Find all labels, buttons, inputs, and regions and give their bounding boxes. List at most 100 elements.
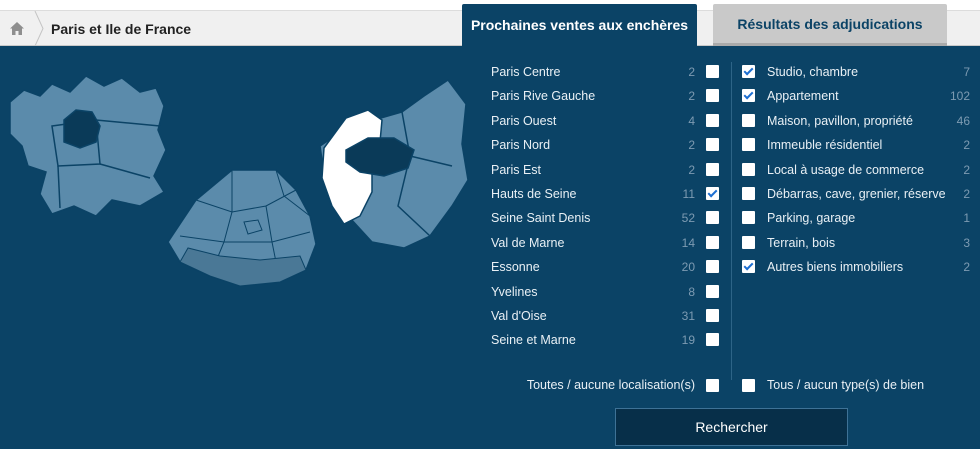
location-label: Paris Est <box>491 162 542 177</box>
location-count: 2 <box>688 162 695 177</box>
location-label: Seine Saint Denis <box>491 211 591 226</box>
property-type-label: Local à usage de commerce <box>767 162 925 177</box>
property-type-item[interactable]: Studio, chambre 7 <box>742 62 974 86</box>
location-item[interactable]: Paris Est 2 <box>491 160 721 184</box>
property-type-count: 102 <box>949 89 970 104</box>
location-count: 2 <box>688 138 695 153</box>
location-checkbox[interactable] <box>706 113 719 127</box>
location-label: Essonne <box>491 260 540 275</box>
location-count: 52 <box>681 211 695 226</box>
toggle-all-types-checkbox[interactable] <box>742 379 755 392</box>
location-label: Seine et Marne <box>491 333 576 348</box>
location-checkbox[interactable] <box>706 162 719 176</box>
property-type-label: Maison, pavillon, propriété <box>767 113 913 128</box>
location-label: Paris Nord <box>491 138 551 153</box>
location-label: Yvelines <box>491 284 538 299</box>
property-type-list: Studio, chambre 7 Appartement 102 Maison, pa… <box>742 62 974 282</box>
location-checkbox[interactable] <box>706 284 719 298</box>
location-count: 2 <box>688 65 695 79</box>
breadcrumb-current[interactable]: Paris et Ile de France <box>51 21 191 37</box>
location-item[interactable]: Seine Saint Denis 52 <box>491 208 721 232</box>
ile-de-france-map[interactable] <box>0 46 470 306</box>
property-type-count: 2 <box>963 162 970 177</box>
breadcrumb-separator <box>34 11 44 46</box>
map-inner-ring[interactable] <box>9 75 167 217</box>
location-count: 8 <box>688 284 695 299</box>
property-type-count: 2 <box>963 186 970 201</box>
property-type-label: Parking, garage <box>767 211 856 226</box>
location-item[interactable]: Val d'Oise 31 <box>491 306 721 330</box>
column-divider <box>731 62 732 380</box>
location-checkbox[interactable] <box>706 260 719 274</box>
location-label: Hauts de Seine <box>491 186 577 201</box>
toggle-all-locations[interactable]: Toutes / aucune localisation(s) <box>491 377 721 395</box>
location-count: 4 <box>688 113 695 128</box>
property-type-checkbox[interactable] <box>742 89 755 103</box>
property-type-label: Immeuble résidentiel <box>767 138 883 153</box>
location-checkbox[interactable] <box>706 138 719 152</box>
location-list: Paris Centre 2 Paris Rive Gauche 2 Paris Oue… <box>491 62 721 355</box>
location-item[interactable]: Paris Rive Gauche 2 <box>491 86 721 110</box>
location-checkbox[interactable] <box>706 211 719 225</box>
toggle-all-locations-label: Toutes / aucune localisation(s) <box>526 378 695 392</box>
tab-upcoming-auctions[interactable]: Prochaines ventes aux enchères <box>462 4 697 46</box>
location-item[interactable]: Paris Nord 2 <box>491 135 721 159</box>
location-item[interactable]: Seine et Marne 19 <box>491 330 721 354</box>
property-type-item[interactable]: Terrain, bois 3 <box>742 233 974 257</box>
home-icon <box>10 22 24 35</box>
property-type-count: 3 <box>963 235 970 250</box>
location-label: Paris Centre <box>491 65 561 79</box>
toggle-all-types-label: Tous / aucun type(s) de bien <box>767 378 925 392</box>
property-type-checkbox[interactable] <box>742 162 755 176</box>
property-type-checkbox[interactable] <box>742 260 755 274</box>
property-type-item[interactable]: Autres biens immobiliers 2 <box>742 257 974 281</box>
location-item[interactable]: Val de Marne 14 <box>491 233 721 257</box>
property-type-count: 1 <box>963 211 970 226</box>
location-checkbox[interactable] <box>706 89 719 103</box>
location-item[interactable]: Paris Centre 2 <box>491 62 721 86</box>
location-checkbox[interactable] <box>706 65 719 78</box>
property-type-checkbox[interactable] <box>742 211 755 225</box>
property-type-item[interactable]: Débarras, cave, grenier, réserve 2 <box>742 184 974 208</box>
location-label: Paris Rive Gauche <box>491 89 596 104</box>
location-checkbox[interactable] <box>706 235 719 249</box>
property-type-checkbox[interactable] <box>742 235 755 249</box>
property-type-label: Débarras, cave, grenier, réserve <box>767 186 946 201</box>
location-count: 14 <box>681 235 695 250</box>
location-checkbox[interactable] <box>706 308 719 322</box>
home-button[interactable] <box>0 11 34 46</box>
toggle-all-locations-checkbox[interactable] <box>706 379 719 392</box>
property-type-item[interactable]: Maison, pavillon, propriété 46 <box>742 111 974 135</box>
location-checkbox[interactable] <box>706 186 719 200</box>
property-type-checkbox[interactable] <box>742 65 755 78</box>
location-count: 11 <box>682 186 695 201</box>
map-paris[interactable] <box>167 169 317 287</box>
property-type-item[interactable]: Appartement 102 <box>742 86 974 110</box>
toggle-all-types[interactable]: Tous / aucun type(s) de bien <box>742 377 974 395</box>
property-type-label: Studio, chambre <box>767 65 859 79</box>
location-item[interactable]: Yvelines 8 <box>491 282 721 306</box>
search-panel: Paris Centre 2 Paris Rive Gauche 2 Paris Oue… <box>0 46 980 449</box>
property-type-item[interactable]: Immeuble résidentiel 2 <box>742 135 974 159</box>
location-count: 19 <box>681 333 695 348</box>
location-count: 2 <box>688 89 695 104</box>
search-button[interactable]: Rechercher <box>615 408 848 446</box>
location-checkbox[interactable] <box>706 333 719 347</box>
property-type-checkbox[interactable] <box>742 113 755 127</box>
location-item[interactable]: Paris Ouest 4 <box>491 111 721 135</box>
property-type-checkbox[interactable] <box>742 138 755 152</box>
property-type-count: 7 <box>963 65 970 79</box>
tab-auction-results[interactable]: Résultats des adjudications <box>713 4 947 46</box>
location-count: 31 <box>681 308 695 323</box>
location-label: Val d'Oise <box>491 308 547 323</box>
property-type-checkbox[interactable] <box>742 186 755 200</box>
property-type-label: Autres biens immobiliers <box>767 260 904 275</box>
property-type-item[interactable]: Parking, garage 1 <box>742 208 974 232</box>
map-outer-ring[interactable] <box>319 78 469 249</box>
location-label: Val de Marne <box>491 235 565 250</box>
property-type-item[interactable]: Local à usage de commerce 2 <box>742 160 974 184</box>
location-item[interactable]: Hauts de Seine 11 <box>491 184 721 208</box>
location-item[interactable]: Essonne 20 <box>491 257 721 281</box>
property-type-count: 2 <box>963 260 970 275</box>
property-type-count: 46 <box>956 113 970 128</box>
